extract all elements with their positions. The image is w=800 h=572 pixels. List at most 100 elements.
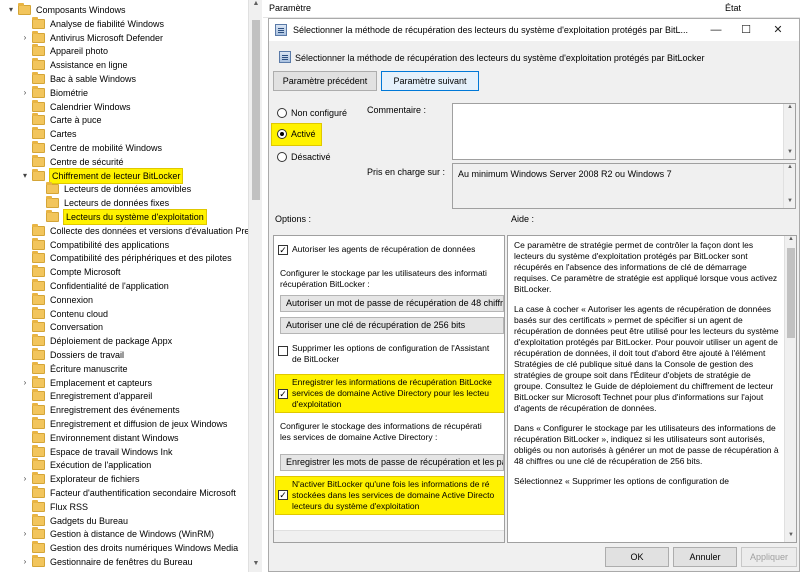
tree-item[interactable]: Carte à puce [0, 113, 248, 127]
chevron-right-icon[interactable]: › [20, 86, 30, 100]
tree-item[interactable]: Gadgets du Bureau [0, 513, 248, 528]
tree-item[interactable]: Conversation [0, 320, 248, 334]
tree-item[interactable]: Bac à sable Windows [0, 72, 248, 86]
tree-item[interactable]: Gestion des droits numériques Windows Me… [0, 541, 248, 555]
chevron-down-icon[interactable]: ▾ [20, 169, 30, 183]
recovery-password-select[interactable]: Autoriser un mot de passe de récupératio… [280, 295, 504, 312]
tree-item-label: Carte à puce [50, 115, 102, 126]
tree-item[interactable]: Écriture manuscrite [0, 361, 248, 376]
policy-icon [275, 24, 287, 36]
column-header-setting[interactable]: Paramètre [269, 3, 311, 13]
ok-button[interactable]: OK [605, 547, 669, 567]
scroll-up-arrow-icon[interactable]: ▲ [784, 104, 796, 114]
scrollbar-thumb[interactable] [252, 20, 260, 200]
tree-item[interactable]: Compatibilité des applications [0, 237, 248, 252]
folder-icon [32, 444, 45, 457]
tree-item[interactable]: Lecteurs de données fixes [0, 196, 248, 210]
scroll-down-arrow-icon[interactable]: ▼ [785, 532, 796, 542]
scroll-up-arrow-icon[interactable]: ▲ [249, 0, 263, 12]
tree-item[interactable]: Dossiers de travail [0, 348, 248, 362]
scroll-down-arrow-icon[interactable]: ▼ [784, 149, 796, 159]
tree-item[interactable]: Environnement distant Windows [0, 430, 248, 445]
save-ad-label-2: services de domaine Active Directory pou… [292, 388, 490, 398]
folder-icon [32, 527, 45, 540]
column-header-state[interactable]: État [725, 3, 741, 13]
scroll-down-arrow-icon[interactable]: ▼ [249, 560, 263, 572]
tree-item[interactable]: Compte Microsoft [0, 265, 248, 279]
tree-item[interactable]: Lecteurs du système d'exploitation [0, 209, 248, 225]
chevron-right-icon[interactable]: › [20, 555, 30, 569]
recovery-key-select[interactable]: Autoriser une clé de récupération de 256… [280, 317, 504, 334]
tree-item[interactable]: Confidentialité de l'application [0, 279, 248, 293]
chevron-right-icon[interactable]: › [20, 472, 30, 486]
previous-setting-button[interactable]: Paramètre précédent [273, 71, 377, 91]
tree-item[interactable]: Analyse de fiabilité Windows [0, 16, 248, 31]
next-setting-button[interactable]: Paramètre suivant [381, 71, 479, 91]
tree-item[interactable]: Facteur d'authentification secondaire Mi… [0, 486, 248, 500]
dialog-titlebar: Sélectionner la méthode de récupération … [269, 19, 799, 41]
scroll-up-arrow-icon[interactable]: ▲ [784, 164, 796, 174]
tree-item[interactable]: Flux RSS [0, 499, 248, 514]
tree-item[interactable]: Collecte des données et versions d'évalu… [0, 223, 248, 238]
allow-agents-checkbox[interactable]: ✓ [278, 245, 288, 255]
tree-item[interactable]: Appareil photo [0, 44, 248, 58]
help-label: Aide : [511, 214, 535, 224]
tree-item[interactable]: Connexion [0, 292, 248, 307]
scroll-up-arrow-icon[interactable]: ▲ [785, 236, 796, 246]
close-icon[interactable]: ✕ [763, 19, 793, 41]
tree-item[interactable]: Exécution de l'application [0, 458, 248, 472]
chevron-right-icon[interactable]: › [20, 527, 30, 541]
tree-item[interactable]: Cartes [0, 127, 248, 141]
maximize-icon[interactable]: ☐ [731, 19, 761, 41]
tree-item[interactable]: Déploiement de package Appx [0, 334, 248, 348]
tree-item[interactable]: Calendrier Windows [0, 99, 248, 114]
tree-item-label: Compatibilité des périphériques et des p… [50, 253, 232, 264]
tree-item[interactable]: ▾ Chiffrement de lecteur BitLocker [0, 167, 248, 184]
tree-item[interactable]: Compatibilité des périphériques et des p… [0, 251, 248, 265]
chevron-right-icon[interactable]: › [20, 376, 30, 390]
tree-item[interactable]: › Gestion à distance de Windows (WinRM) [0, 527, 248, 541]
tree-item[interactable]: › Explorateur de fichiers [0, 472, 248, 486]
tree-item[interactable]: Centre de sécurité [0, 154, 248, 169]
folder-icon [32, 85, 45, 98]
options-hscrollbar[interactable] [274, 530, 504, 542]
tree-scrollbar[interactable]: ▲ ▼ [248, 0, 262, 572]
radio-disabled[interactable] [277, 152, 287, 162]
folder-icon [32, 389, 45, 402]
apply-button[interactable]: Appliquer [741, 547, 797, 567]
tree-item[interactable]: Lecteurs de données amovibles [0, 182, 248, 196]
tree-item[interactable]: › Gestionnaire de fenêtres du Bureau [0, 555, 248, 569]
comment-scrollbar[interactable]: ▲ ▼ [783, 104, 795, 159]
save-to-ad-checkbox[interactable]: ✓ [278, 389, 288, 399]
supported-scrollbar[interactable]: ▲ ▼ [783, 164, 795, 208]
tree-item[interactable]: ▾ Composants Windows [0, 3, 248, 17]
tree-item-label: Antivirus Microsoft Defender [50, 32, 164, 43]
ad-storage-select[interactable]: Enregistrer les mots de passe de récupér… [280, 454, 504, 471]
tree-item[interactable]: Espace de travail Windows Ink [0, 444, 248, 459]
folder-icon [32, 361, 45, 374]
minimize-icon[interactable]: — [701, 19, 731, 41]
chevron-right-icon[interactable]: › [20, 31, 30, 45]
tree-item[interactable]: › Biométrie [0, 85, 248, 100]
require-ad-backup-checkbox[interactable]: ✓ [278, 490, 288, 500]
tree-item[interactable]: Enregistrement des événements [0, 403, 248, 417]
scrollbar-thumb[interactable] [787, 248, 795, 338]
scroll-down-arrow-icon[interactable]: ▼ [784, 198, 796, 208]
tree-item[interactable]: Enregistrement et diffusion de jeux Wind… [0, 417, 248, 431]
tree-item[interactable]: › Antivirus Microsoft Defender [0, 30, 248, 45]
tree-item[interactable]: › Emplacement et capteurs [0, 375, 248, 390]
tree-item[interactable]: Enregistrement d'appareil [0, 389, 248, 403]
tree-item[interactable]: Centre de mobilité Windows [0, 141, 248, 155]
omit-options-checkbox[interactable] [278, 346, 288, 356]
tree-item[interactable]: Assistance en ligne [0, 58, 248, 72]
tree-item[interactable]: Contenu cloud [0, 306, 248, 321]
radio-enabled[interactable] [277, 129, 287, 139]
comment-textarea[interactable]: ▲ ▼ [452, 103, 796, 160]
folder-icon [32, 417, 45, 429]
cancel-button[interactable]: Annuler [673, 547, 737, 567]
radio-not-configured[interactable] [277, 108, 287, 118]
chevron-down-icon[interactable]: ▾ [6, 3, 16, 17]
folder-icon [32, 513, 45, 526]
help-scrollbar[interactable]: ▲ ▼ [784, 236, 796, 542]
require-ad-label-1: N'activer BitLocker qu'une fois les info… [292, 479, 490, 489]
